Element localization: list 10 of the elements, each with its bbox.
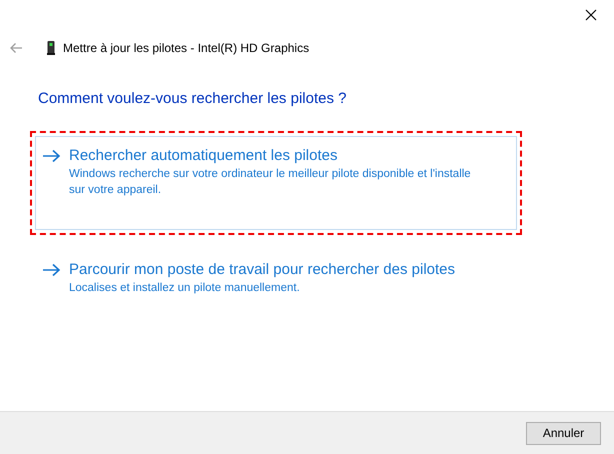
arrow-icon xyxy=(42,148,61,162)
close-icon xyxy=(585,9,597,21)
back-button[interactable] xyxy=(9,42,23,54)
question-heading: Comment voulez-vous rechercher les pilotes ? xyxy=(38,89,348,109)
back-arrow-icon xyxy=(9,42,23,54)
option-link[interactable]: Rechercher automatiquement les pilotes Windows recherche sur votre ordinateur le meilleur pilote disponible et l'installe sur votre appareil. xyxy=(35,136,517,230)
device-icon xyxy=(47,41,55,55)
arrow-icon xyxy=(42,262,61,276)
cancel-button[interactable]: Annuler xyxy=(526,422,601,444)
window-title: Mettre à jour les pilotes - Intel(R) HD Graphics xyxy=(63,40,310,57)
